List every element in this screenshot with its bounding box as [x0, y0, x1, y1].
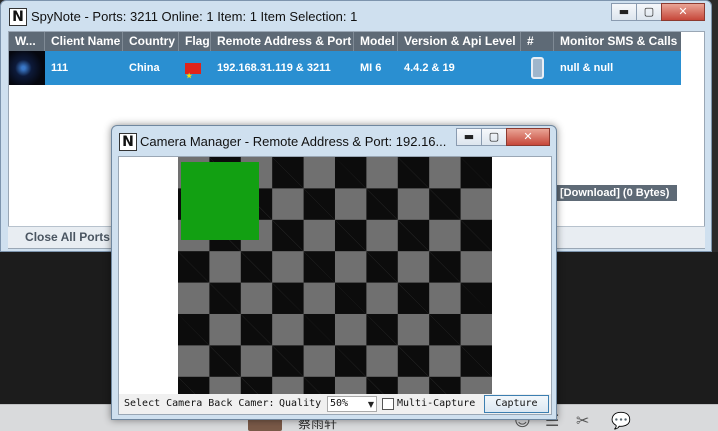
- column-header-monitor[interactable]: Monitor SMS & Calls: [554, 32, 681, 51]
- download-status: [Download] (0 Bytes): [557, 185, 677, 201]
- chevron-down-icon: ▼: [367, 400, 374, 409]
- camera-select-label: Select Camera Back Camer:: [124, 398, 275, 409]
- spynote-logo-icon: N: [9, 8, 27, 26]
- column-header-device[interactable]: #: [521, 32, 554, 51]
- flag-cell: [179, 51, 211, 85]
- version-cell: 4.4.2 & 19: [404, 62, 455, 74]
- device-cell: [521, 51, 554, 85]
- column-header-wallpaper[interactable]: W...: [9, 32, 45, 51]
- capture-button[interactable]: Capture: [484, 395, 549, 413]
- country-cell: China: [129, 62, 160, 74]
- main-window-title: SpyNote - Ports: 3211 Online: 1 Item: 1 …: [31, 9, 358, 24]
- column-header-version[interactable]: Version & Api Level: [398, 32, 521, 51]
- spynote-logo-icon: N: [119, 133, 137, 151]
- camera-title-bar[interactable]: N Camera Manager - Remote Address & Port…: [112, 126, 556, 156]
- scissors-icon[interactable]: ✂: [576, 411, 589, 430]
- column-header-country[interactable]: Country: [123, 32, 179, 51]
- clients-list-header: W... Client Name Country Flag Remote Add…: [9, 32, 681, 51]
- camera-preview: [178, 157, 492, 394]
- preview-green-square: [181, 162, 259, 240]
- close-button[interactable]: ✕: [506, 128, 550, 146]
- camera-manager-window: N Camera Manager - Remote Address & Port…: [111, 125, 557, 420]
- wallpaper-thumbnail: [9, 51, 45, 85]
- chat-icon[interactable]: 💬: [611, 411, 631, 430]
- camera-content: Select Camera Back Camer: Quality 50% ▼ …: [118, 156, 552, 415]
- china-flag-icon: [185, 60, 201, 85]
- multi-capture-checkbox[interactable]: [382, 398, 394, 410]
- phone-icon: [531, 57, 544, 80]
- camera-window-controls: ▬ ▢ ✕: [456, 128, 550, 146]
- column-header-client-name[interactable]: Client Name: [45, 32, 123, 51]
- quality-select[interactable]: 50% ▼: [327, 396, 377, 412]
- minimize-button[interactable]: ▬: [611, 3, 637, 21]
- close-all-ports-button[interactable]: Close All Ports: [16, 227, 120, 248]
- camera-window-title: Camera Manager - Remote Address & Port: …: [140, 134, 446, 149]
- minimize-button[interactable]: ▬: [456, 128, 482, 146]
- camera-controls-bar: Select Camera Back Camer: Quality 50% ▼ …: [119, 394, 551, 414]
- multi-capture-label: Multi-Capture: [397, 398, 476, 409]
- column-header-remote-address[interactable]: Remote Address & Port: [211, 32, 354, 51]
- main-window-controls: ▬ ▢ ✕: [611, 3, 705, 21]
- quality-value: 50%: [330, 398, 349, 409]
- quality-label: Quality: [279, 398, 322, 409]
- monitor-cell: null & null: [560, 62, 614, 74]
- model-cell: MI 6: [360, 62, 382, 74]
- client-name-cell: 111: [51, 62, 69, 74]
- table-row[interactable]: 111 China 192.168.31.119 & 3211 MI 6 4.4…: [9, 51, 681, 85]
- column-header-flag[interactable]: Flag: [179, 32, 211, 51]
- main-title-bar[interactable]: N SpyNote - Ports: 3211 Online: 1 Item: …: [1, 1, 711, 31]
- maximize-button[interactable]: ▢: [481, 128, 507, 146]
- maximize-button[interactable]: ▢: [636, 3, 662, 21]
- column-header-model[interactable]: Model: [354, 32, 398, 51]
- remote-address-cell: 192.168.31.119 & 3211: [217, 62, 331, 74]
- close-button[interactable]: ✕: [661, 3, 705, 21]
